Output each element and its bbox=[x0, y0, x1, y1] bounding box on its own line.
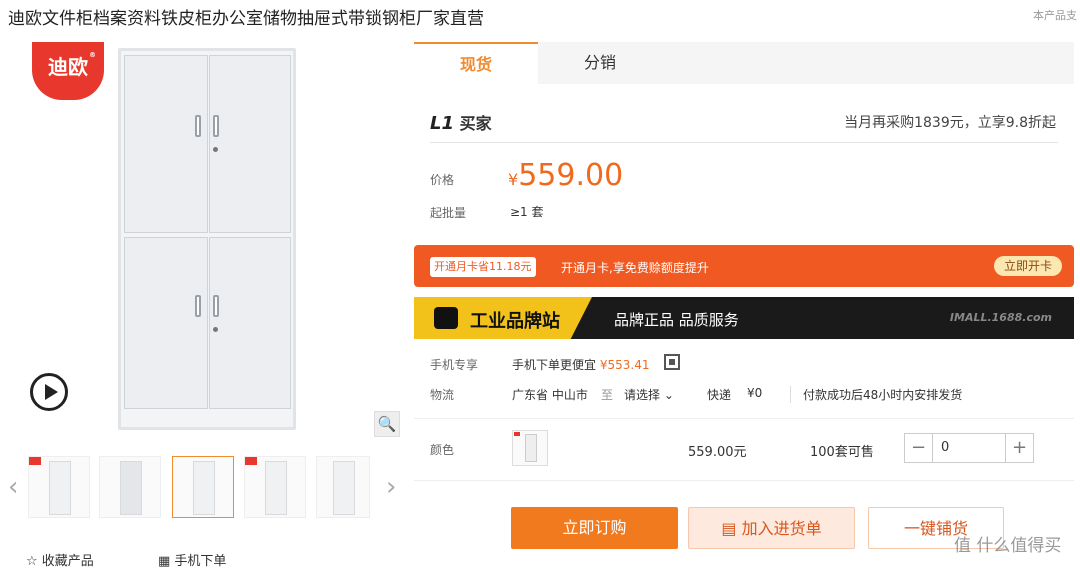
logistics-to: 至 bbox=[601, 388, 614, 402]
cabinet-lock bbox=[213, 327, 218, 332]
registered-mark: ® bbox=[89, 51, 96, 59]
thumbnail-3[interactable] bbox=[244, 456, 306, 518]
moq-value: ≥1 套 bbox=[510, 205, 544, 219]
cabinet-handle bbox=[213, 115, 219, 137]
cabinet-door-top-right bbox=[209, 55, 291, 233]
tab-distribution[interactable]: 分销 bbox=[538, 42, 662, 84]
cabinet-handle bbox=[213, 295, 219, 317]
currency-symbol: ¥ bbox=[508, 170, 519, 189]
quantity-plus-button[interactable]: + bbox=[1005, 434, 1033, 462]
cabinet-lock bbox=[213, 147, 218, 152]
open-card-button[interactable]: 立即开卡 bbox=[993, 256, 1062, 276]
play-video-icon[interactable] bbox=[30, 373, 68, 411]
cabinet-handle bbox=[195, 295, 201, 317]
thumb-tag-icon bbox=[245, 457, 257, 465]
collect-link[interactable]: 收藏产品 bbox=[42, 554, 94, 569]
product-title: 迪欧文件柜档案资料铁皮柜办公室储物抽屉式带锁钢柜厂家直营 bbox=[8, 9, 484, 29]
mobile-order-link[interactable]: 手机下单 bbox=[174, 554, 226, 569]
cabinet-handle bbox=[195, 115, 201, 137]
brand-station-slogan: 品牌正品 品质服务 bbox=[614, 311, 739, 329]
tab-spot[interactable]: 现货 bbox=[414, 42, 538, 84]
support-note: 本产品支 bbox=[1033, 9, 1077, 22]
mobile-exclusive-text: 手机下单更便宜 ¥553.41 bbox=[512, 356, 649, 373]
monthly-card-banner[interactable]: 开通月卡省11.18元 开通月卡,享免费赊额度提升 立即开卡 bbox=[414, 245, 1074, 287]
destination-select[interactable]: 请选择 ⌄ bbox=[624, 386, 674, 403]
thumb-tag-icon bbox=[29, 457, 41, 465]
brand-logo: 迪欧 ® bbox=[32, 42, 104, 100]
brand-logo-text: 迪欧 bbox=[48, 55, 88, 79]
divider bbox=[414, 480, 1074, 481]
shipping-note: 付款成功后48小时内安排发货 bbox=[790, 386, 962, 403]
buy-now-button[interactable]: 立即订购 bbox=[511, 507, 678, 549]
thumbnail-next-arrow[interactable]: › bbox=[386, 472, 396, 502]
thumb-image bbox=[49, 461, 71, 515]
express-label: 快递 bbox=[707, 388, 732, 402]
swatch-tag-icon bbox=[514, 432, 520, 436]
cabinet-door-bottom-left bbox=[124, 237, 208, 409]
cabinet-door-bottom-right bbox=[209, 237, 291, 409]
main-product-image[interactable] bbox=[118, 48, 296, 430]
color-label: 颜色 bbox=[430, 443, 455, 457]
brand-station-banner[interactable]: 工业品牌站 品牌正品 品质服务 IMALL.1688.com bbox=[414, 297, 1074, 339]
divider bbox=[430, 142, 1058, 143]
moq-label: 起批量 bbox=[430, 206, 467, 220]
mobile-price: ¥553.41 bbox=[599, 358, 650, 372]
logistics-origin: 广东省 中山市 bbox=[512, 388, 588, 402]
tab-bar: 现货 分销 bbox=[414, 42, 1074, 84]
thumbnail-4[interactable] bbox=[316, 456, 370, 518]
mobile-exclusive-label: 手机专享 bbox=[430, 358, 479, 372]
destination-select-label: 请选择 bbox=[624, 388, 661, 402]
quantity-stepper[interactable]: − 0 + bbox=[904, 433, 1034, 463]
price-label: 价格 bbox=[430, 173, 455, 187]
cabinet-door-top-left bbox=[124, 55, 208, 233]
cart-list-icon: ▤ bbox=[721, 519, 737, 538]
monthly-card-text: 开通月卡,享免费赊额度提升 bbox=[561, 261, 709, 275]
buyer-level: L1 买家 bbox=[430, 110, 492, 134]
thumb-image bbox=[333, 461, 355, 515]
qr-icon: ▦ bbox=[157, 554, 171, 569]
monthly-card-badge: 开通月卡省11.18元 bbox=[430, 257, 536, 277]
mobile-cheaper-text: 手机下单更便宜 bbox=[512, 358, 597, 372]
swatch-image bbox=[525, 434, 537, 462]
color-swatch[interactable] bbox=[512, 430, 548, 466]
quantity-input[interactable]: 0 bbox=[941, 440, 949, 455]
thumbnail-0[interactable] bbox=[28, 456, 90, 518]
buyer-level-label: 买家 bbox=[459, 114, 492, 133]
add-to-cart-button[interactable]: ▤ 加入进货单 bbox=[688, 507, 855, 549]
thumbnail-prev-arrow[interactable]: ‹ bbox=[8, 472, 18, 502]
brand-station-strip: 工业品牌站 bbox=[414, 297, 592, 339]
add-to-cart-label: 加入进货单 bbox=[741, 519, 822, 538]
thumbnail-2[interactable] bbox=[172, 456, 234, 518]
price-value: ¥559.00 bbox=[508, 158, 623, 193]
divider bbox=[414, 418, 1074, 419]
brand-station-site: IMALL.1688.com bbox=[949, 311, 1052, 324]
variant-stock: 100套可售 bbox=[810, 445, 874, 460]
thumb-image bbox=[120, 461, 142, 515]
price-amount: 559.00 bbox=[518, 158, 624, 193]
variant-price: 559.00元 bbox=[688, 445, 747, 460]
quantity-minus-button[interactable]: − bbox=[905, 434, 933, 462]
express-fee: ¥0 bbox=[747, 386, 763, 400]
watermark: 值 什么值得买 bbox=[954, 536, 1062, 556]
thumbnail-1[interactable] bbox=[99, 456, 161, 518]
gallery-actions: ☆ 收藏产品 ▦ 手机下单 bbox=[26, 550, 226, 569]
zoom-icon[interactable]: 🔍 bbox=[374, 411, 400, 437]
brand-station-icon bbox=[434, 307, 458, 329]
chevron-down-icon: ⌄ bbox=[663, 388, 674, 402]
qr-code-icon[interactable] bbox=[664, 354, 680, 370]
buyer-level-badge: L1 bbox=[430, 113, 454, 134]
repurchase-offer: 当月再采购1839元，立享9.8折起 bbox=[844, 115, 1056, 131]
logistics-label: 物流 bbox=[430, 388, 455, 402]
brand-station-name: 工业品牌站 bbox=[470, 311, 560, 332]
thumb-image bbox=[265, 461, 287, 515]
star-icon[interactable]: ☆ bbox=[26, 554, 38, 569]
thumb-image bbox=[193, 461, 215, 515]
